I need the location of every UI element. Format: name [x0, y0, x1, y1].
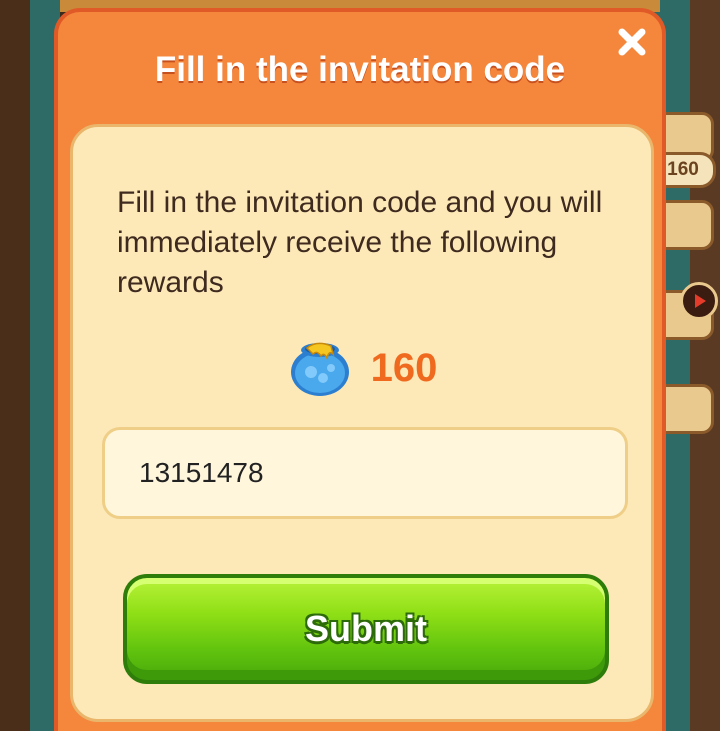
- reward-description: Fill in the invitation code and you will…: [117, 186, 603, 299]
- submit-button[interactable]: Submit: [123, 574, 609, 684]
- dialog-title: Fill in the invitation code: [154, 50, 566, 89]
- close-icon: [618, 28, 646, 56]
- submit-label: Submit: [305, 608, 427, 649]
- close-button[interactable]: [614, 24, 650, 60]
- invitation-code-input[interactable]: [102, 427, 628, 519]
- invitation-code-dialog: Fill in the invitation code Fill in the …: [54, 8, 666, 731]
- reward-amount: 160: [370, 345, 438, 390]
- background-scene-left: [0, 0, 60, 731]
- dialog-content-panel: Fill in the invitation code and you will…: [70, 124, 654, 722]
- reward-row: 160: [73, 333, 651, 403]
- honey-pot-icon: [290, 342, 349, 396]
- play-video-icon: [680, 282, 718, 320]
